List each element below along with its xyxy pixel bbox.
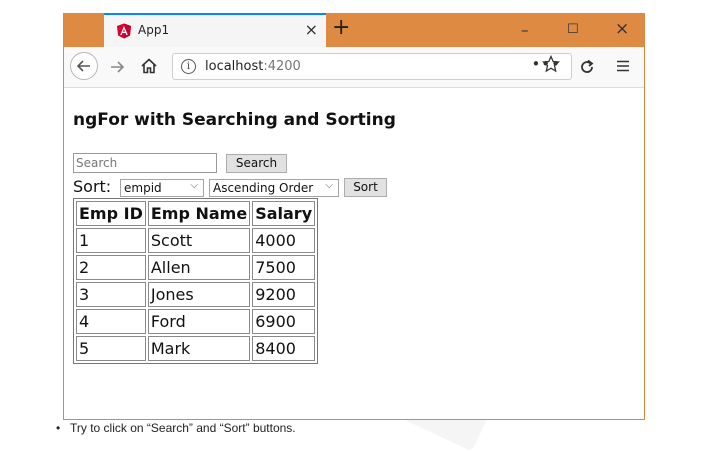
header-emp-name: Emp Name: [147, 201, 251, 226]
table-header-row: Emp ID Emp Name Salary: [76, 201, 316, 226]
table-row: 3 Jones 9200: [76, 282, 316, 307]
chevron-down-icon: ⌵: [325, 180, 333, 191]
table-row: 1 Scott 4000: [76, 228, 316, 253]
sort-button[interactable]: Sort: [344, 178, 387, 197]
tab-close-icon[interactable]: ×: [305, 20, 318, 39]
maximize-icon[interactable]: ☐: [567, 22, 579, 37]
cell-emp-name: Allen: [147, 255, 251, 280]
table-row: 4 Ford 6900: [76, 309, 316, 334]
header-salary: Salary: [252, 201, 316, 226]
cell-emp-id: 1: [76, 228, 146, 253]
cell-salary: 7500: [252, 255, 316, 280]
table-row: 2 Allen 7500: [76, 255, 316, 280]
chevron-down-icon: ⌵: [190, 180, 198, 191]
sort-order-value: Ascending Order: [213, 181, 314, 195]
sort-field-select[interactable]: empid ⌵: [120, 179, 204, 197]
menu-icon[interactable]: [615, 58, 631, 74]
home-icon[interactable]: [140, 57, 158, 75]
header-emp-id: Emp ID: [76, 201, 146, 226]
cell-salary: 9200: [252, 282, 316, 307]
bookmark-star-icon[interactable]: [542, 55, 560, 73]
angular-logo-icon: [117, 23, 131, 39]
page-content: ngFor with Searching and Sorting Search …: [64, 88, 644, 418]
address-bar[interactable]: i localhost:4200 •••: [172, 53, 572, 80]
back-button[interactable]: [70, 52, 98, 80]
tab-title: App1: [138, 23, 170, 37]
cell-emp-name: Jones: [147, 282, 251, 307]
instruction-text: Try to click on “Search” and “Sort” butt…: [70, 421, 296, 435]
back-arrow-icon: [76, 60, 90, 72]
reload-icon[interactable]: [578, 58, 596, 76]
table-row: 5 Mark 8400: [76, 336, 316, 361]
cell-emp-name: Ford: [147, 309, 251, 334]
cell-emp-name: Scott: [147, 228, 251, 253]
url-text: localhost:4200: [205, 59, 301, 74]
browser-window: App1 × + – ☐ × i localhost:4200 ••• ngFo…: [63, 13, 645, 420]
page-title: ngFor with Searching and Sorting: [73, 110, 396, 130]
cell-emp-id: 3: [76, 282, 146, 307]
cell-salary: 8400: [252, 336, 316, 361]
sort-field-value: empid: [124, 181, 162, 195]
cell-emp-id: 4: [76, 309, 146, 334]
navigation-toolbar: i localhost:4200 •••: [64, 47, 644, 88]
sort-label: Sort:: [73, 177, 112, 196]
instruction-note: • Try to click on “Search” and “Sort” bu…: [56, 421, 296, 435]
sort-order-select[interactable]: Ascending Order ⌵: [209, 179, 339, 197]
forward-arrow-icon[interactable]: [108, 58, 126, 76]
cell-emp-id: 2: [76, 255, 146, 280]
cell-salary: 6900: [252, 309, 316, 334]
employee-table: Emp ID Emp Name Salary 1 Scott 4000 2 Al…: [73, 198, 319, 364]
cell-salary: 4000: [252, 228, 316, 253]
bullet-icon: •: [56, 421, 61, 435]
info-icon[interactable]: i: [181, 59, 196, 74]
minimize-icon[interactable]: –: [521, 21, 529, 39]
tab-bar: App1 × + – ☐ ×: [64, 13, 644, 47]
search-input[interactable]: [73, 153, 217, 173]
new-tab-icon[interactable]: +: [332, 15, 350, 40]
browser-tab[interactable]: App1 ×: [104, 13, 326, 47]
cell-emp-name: Mark: [147, 336, 251, 361]
window-close-icon[interactable]: ×: [615, 19, 629, 39]
search-button[interactable]: Search: [226, 154, 287, 173]
cell-emp-id: 5: [76, 336, 146, 361]
